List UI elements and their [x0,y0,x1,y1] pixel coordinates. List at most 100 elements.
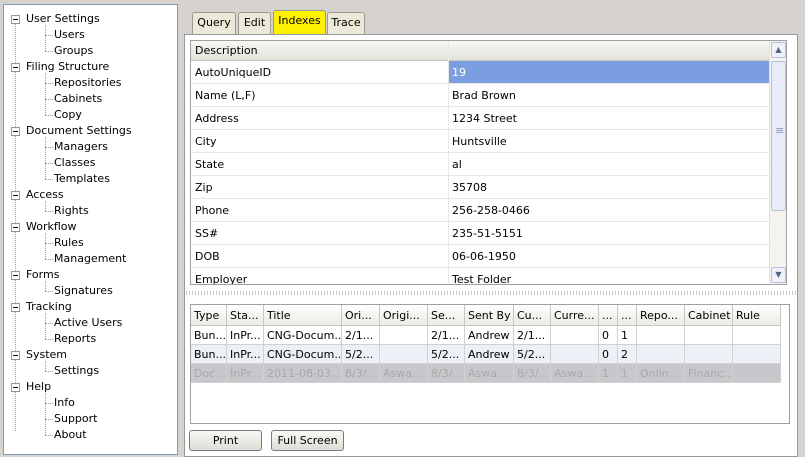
table-cell[interactable]: Andrew [465,345,514,364]
collapse-toggle-icon[interactable] [11,303,20,312]
table-cell[interactable] [551,345,599,364]
table-cell[interactable]: Andrew [465,326,514,345]
column-header-ori[interactable]: Ori... [342,305,380,326]
table-cell[interactable] [380,345,428,364]
table-cell[interactable]: CNG-Docum... [264,345,342,364]
table-cell[interactable]: 5/2... [514,345,551,364]
full-screen-button[interactable]: Full Screen [271,430,344,451]
table-cell[interactable]: Bun... [191,345,227,364]
column-header-title[interactable]: Title [264,305,342,326]
table-cell[interactable] [637,326,685,345]
table-cell[interactable]: 0 [599,345,618,364]
collapse-toggle-icon[interactable] [11,127,20,136]
property-row-dob[interactable]: DOB 06-06-1950 [191,245,771,268]
table-cell[interactable]: 1 [618,364,637,383]
scroll-up-button[interactable]: ▲ [771,42,786,58]
property-value[interactable]: 19 [452,61,466,84]
property-value[interactable]: Test Folder [452,268,511,284]
column-header-type[interactable]: Type [191,305,227,326]
tab-query[interactable]: Query [192,12,236,34]
collapse-toggle-icon[interactable] [11,351,20,360]
column-header-col[interactable]: ... [618,305,637,326]
table-cell[interactable]: 1 [618,326,637,345]
table-cell[interactable]: 2/1... [428,326,465,345]
table-cell[interactable]: 0 [599,326,618,345]
tab-edit[interactable]: Edit [238,12,271,34]
property-row-address[interactable]: Address 1234 Street [191,107,771,130]
property-row-ss[interactable]: SS# 235-51-5151 [191,222,771,245]
table-cell[interactable]: InPr... [227,345,264,364]
table-cell[interactable] [685,345,733,364]
property-value[interactable]: 06-06-1950 [452,245,516,268]
property-row-name-l-f[interactable]: Name (L,F) Brad Brown [191,84,771,107]
table-cell[interactable] [685,326,733,345]
property-value[interactable]: 35708 [452,176,487,199]
navigation-tree[interactable]: User Settings Users Groups Filing Structure… [3,4,178,455]
print-button[interactable]: Print [189,430,262,451]
property-row-state[interactable]: State al [191,153,771,176]
property-value[interactable]: 235-51-5151 [452,222,523,245]
column-header-sta[interactable]: Sta... [227,305,264,326]
table-cell[interactable]: 5/2... [342,345,380,364]
column-header-sent-by[interactable]: Sent By [465,305,514,326]
property-row-employer[interactable]: Employer Test Folder [191,268,771,284]
scroll-thumb[interactable] [771,61,786,211]
scroll-down-button[interactable]: ▼ [771,267,786,283]
table-cell[interactable]: 1 [599,364,618,383]
panel-splitter[interactable] [186,291,796,295]
document-list-grid[interactable]: Type Sta... Title Ori... Origi... Se... Sent B… [190,304,790,424]
column-header-col[interactable]: ... [599,305,618,326]
property-row-zip[interactable]: Zip 35708 [191,176,771,199]
table-cell[interactable]: Onlin... [637,364,685,383]
column-header-cu[interactable]: Cu... [514,305,551,326]
table-cell[interactable]: Doc... [191,364,227,383]
collapse-toggle-icon[interactable] [11,191,20,200]
property-row-autouniqueid[interactable]: AutoUniqueID 19 [191,61,771,84]
table-cell[interactable]: 8/3/... [514,364,551,383]
table-cell[interactable] [551,326,599,345]
index-properties-grid[interactable]: Description AutoUniqueID 19 Name (L,F) Brad… [190,40,787,285]
table-cell[interactable]: 8/3/... [342,364,380,383]
table-cell[interactable]: 2/1... [342,326,380,345]
tab-indexes[interactable]: Indexes [273,10,326,34]
property-value[interactable]: al [452,153,462,176]
column-header-rule[interactable]: Rule [733,305,781,326]
table-cell[interactable]: Bun... [191,326,227,345]
column-header-curre[interactable]: Curre... [551,305,599,326]
table-cell[interactable]: Aswa... [465,364,514,383]
tab-trace[interactable]: Trace [327,12,365,34]
column-header-origi[interactable]: Origi... [380,305,428,326]
table-cell[interactable]: CNG-Docum... [264,326,342,345]
table-cell[interactable] [380,326,428,345]
column-header-cabinet[interactable]: Cabinet [685,305,733,326]
property-row-phone[interactable]: Phone 256-258-0466 [191,199,771,222]
collapse-toggle-icon[interactable] [11,63,20,72]
table-cell[interactable]: 2 [618,345,637,364]
collapse-toggle-icon[interactable] [11,271,20,280]
table-cell[interactable]: Aswa... [551,364,599,383]
tree-item-label: Reports [54,332,97,345]
collapse-toggle-icon[interactable] [11,15,20,24]
table-cell[interactable]: Financ... [685,364,733,383]
table-cell[interactable] [733,364,781,383]
property-row-city[interactable]: City Huntsville [191,130,771,153]
table-cell[interactable]: InPr... [227,364,264,383]
column-header-se[interactable]: Se... [428,305,465,326]
collapse-toggle-icon[interactable] [11,223,20,232]
table-cell[interactable]: InPr... [227,326,264,345]
property-value[interactable]: 1234 Street [452,107,517,130]
table-cell[interactable]: 5/2... [428,345,465,364]
table-cell[interactable]: 2011-08-03... [264,364,342,383]
collapse-toggle-icon[interactable] [11,383,20,392]
property-value[interactable]: 256-258-0466 [452,199,530,222]
table-cell[interactable]: Aswa... [380,364,428,383]
table-cell[interactable] [637,345,685,364]
column-header-repo[interactable]: Repo... [637,305,685,326]
property-value[interactable]: Brad Brown [452,84,516,107]
table-cell[interactable]: 8/3/... [428,364,465,383]
table-cell[interactable] [733,345,781,364]
table-cell[interactable] [733,326,781,345]
properties-scrollbar[interactable]: ▲ ▼ [769,41,786,284]
table-cell[interactable]: 2/1... [514,326,551,345]
property-value[interactable]: Huntsville [452,130,507,153]
